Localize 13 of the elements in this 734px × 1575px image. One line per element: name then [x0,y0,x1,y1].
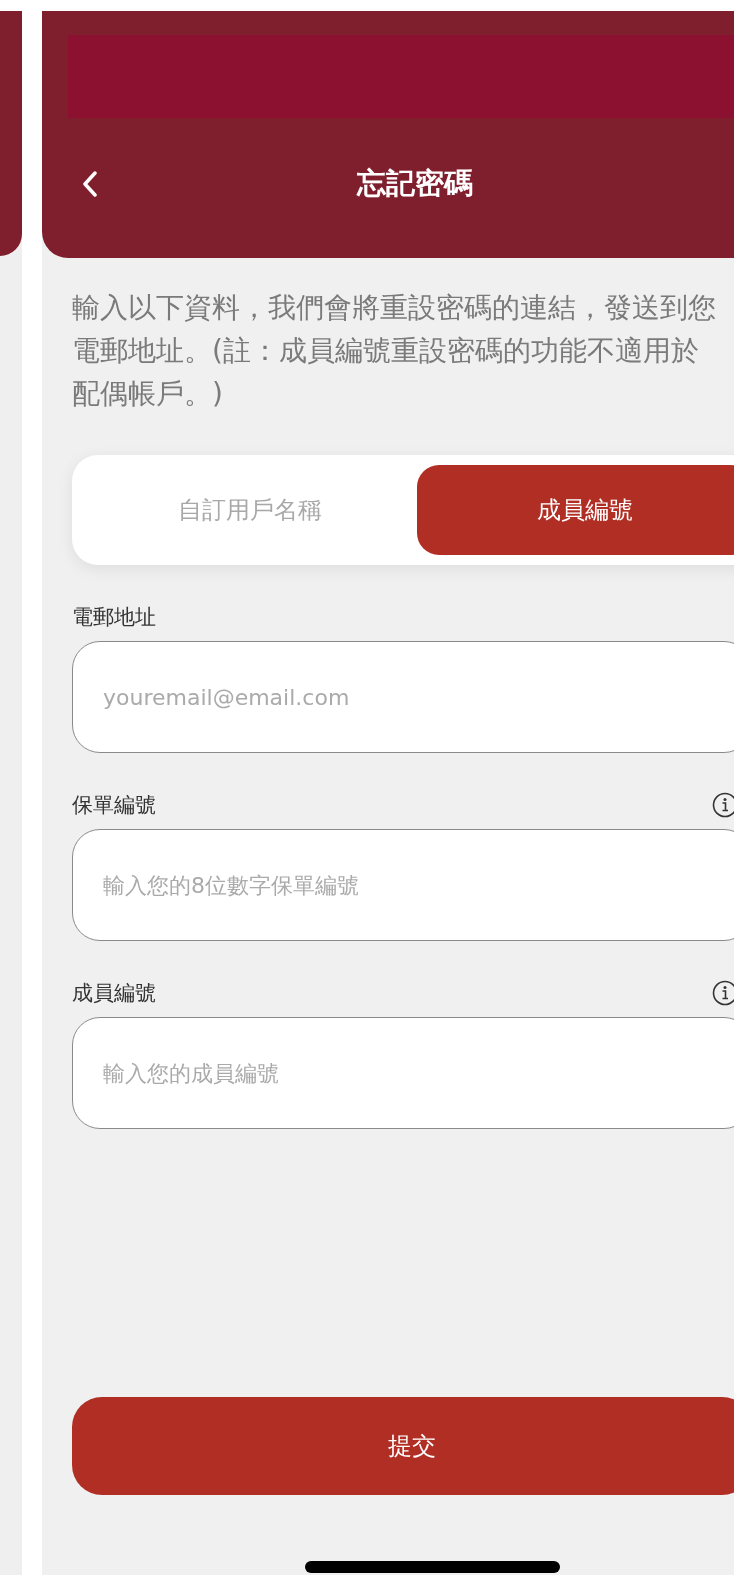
field-label: 電郵地址 [72,604,156,631]
page-title: 忘記密碼 [355,165,474,202]
input-field[interactable]: youremail@email.com [72,641,734,753]
info-icon[interactable] [712,792,734,818]
submit-button[interactable]: 提交 [72,1397,734,1495]
input-field[interactable]: 輸入您的8位數字保單編號 [72,829,734,941]
field-label: 保單編號 [72,792,156,819]
tab[interactable]: 成員編號 [417,465,734,555]
chevron-left-icon [82,171,98,197]
input-field[interactable]: 輸入您的成員編號 [72,1017,734,1129]
field-label: 成員編號 [72,980,156,1007]
description-text: 輸入以下資料，我們會將重設密碼的連結，發送到您電郵地址。(註：成員編號重設密碼的功能不適用於配偶帳戶。) [72,290,717,412]
info-icon[interactable] [712,980,734,1006]
